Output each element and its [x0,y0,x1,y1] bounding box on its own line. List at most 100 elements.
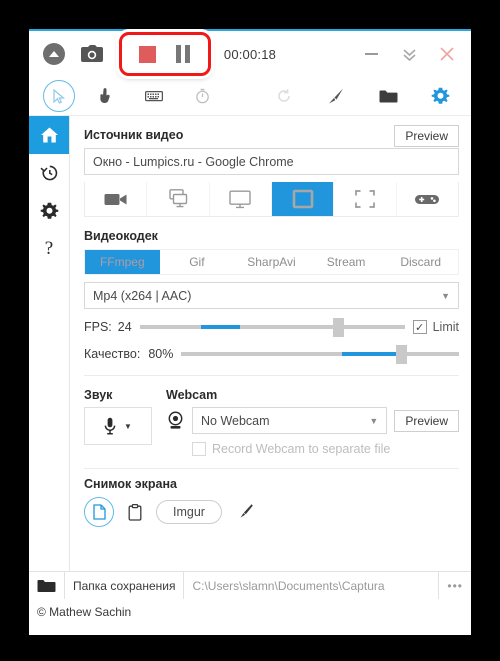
cursor-icon [52,88,66,104]
fps-slider-fill [200,325,241,329]
brush-button[interactable] [319,79,353,113]
audio-device-select[interactable]: ▼ [84,407,152,445]
sidebar: ? [29,116,70,571]
folder-button[interactable] [371,79,405,113]
minimize-button[interactable] [353,34,389,74]
divider-screenshot [84,468,459,469]
webcam-separate-file-checkbox[interactable] [192,442,206,456]
screenshot-button[interactable] [75,37,109,71]
elapsed-timer-button[interactable] [185,79,219,113]
sidebar-item-home[interactable] [29,116,69,154]
source-type-game[interactable] [397,182,458,216]
keystrokes-button[interactable] [137,79,171,113]
status-bar: Папка сохранения C:\Users\slamn\Document… [29,571,471,599]
history-clock-icon [39,164,59,182]
screen-icon [229,190,252,209]
source-type-window[interactable] [271,182,335,216]
codec-format-select[interactable]: Mp4 (x264 | AAC) ▼ [84,282,459,309]
webcam-select[interactable]: No Webcam ▼ [192,407,388,434]
video-source-header: Источник видео Preview [84,124,459,148]
screenshot-edit-button[interactable] [236,503,254,521]
main-body: ? Источник видео Preview Окно - Lumpics.… [29,116,471,571]
home-icon [40,126,59,144]
title-bar-left-controls [29,32,211,76]
codec-tabs: FFmpeg Gif SharpAvi Stream Discard [84,249,459,275]
cursor-toggle-button[interactable] [43,80,75,112]
fps-value: 24 [117,320,132,334]
fps-label: FPS: [84,320,112,334]
stop-square-icon [138,45,156,63]
chevron-up-circle-icon [43,43,65,65]
codec-tab-sharpavi[interactable]: SharpAvi [234,250,309,274]
status-folder-icon-cell [29,572,64,599]
footer: © Mathew Sachin [29,599,471,625]
quality-value: 80% [148,347,174,361]
window-icon [292,189,314,209]
minimize-icon [364,53,378,55]
region-crop-icon [354,189,376,209]
clipboard-icon [128,503,142,521]
camera-icon [81,45,103,63]
gamepad-icon [414,192,440,206]
pause-bars-icon [176,45,190,63]
codec-tab-stream[interactable]: Stream [309,250,384,274]
codec-tab-gif[interactable]: Gif [160,250,235,274]
overlay-toolbar [29,77,471,116]
question-mark-icon: ? [44,238,54,259]
screenshot-target-clipboard[interactable] [128,503,142,521]
screenshot-targets-row: Imgur [84,497,459,527]
source-type-region[interactable] [334,182,397,216]
fps-slider-thumb[interactable] [333,318,345,337]
timer-icon [195,88,210,104]
source-type-multi-screen[interactable] [147,182,210,216]
stop-button[interactable] [130,37,164,71]
webcam-separate-file-row: Record Webcam to separate file [166,442,459,456]
audio-block: Звук ▼ [84,384,152,456]
video-preview-button[interactable]: Preview [394,125,459,147]
quality-slider[interactable] [181,345,459,364]
fps-limit-checkbox[interactable]: ✓ [412,320,427,334]
quality-slider-thumb[interactable] [395,345,407,364]
webcam-row: No Webcam ▼ Preview [166,407,459,434]
double-chevron-down-icon [401,47,418,62]
webcam-title: Webcam [166,388,218,402]
multi-screen-icon [166,189,190,209]
webcam-value: No Webcam [201,413,270,428]
screenshot-imgur-button[interactable]: Imgur [156,500,222,524]
folder-icon [37,579,56,593]
video-codec-title: Видеокодек [84,229,158,243]
divider-audio [84,375,459,376]
video-source-select[interactable]: Окно - Lumpics.ru - Google Chrome [84,148,459,175]
sidebar-item-history[interactable] [29,154,69,192]
keyboard-icon [145,90,163,102]
fps-slider-rail [139,325,405,329]
source-type-screen[interactable] [210,182,272,216]
screenshot-target-file[interactable] [84,497,114,527]
folder-icon [379,89,398,104]
pencil-icon [236,503,254,521]
refresh-button[interactable] [267,79,301,113]
fps-slider[interactable] [139,318,405,337]
fps-limit-label: Limit [432,320,459,334]
source-type-video-camera[interactable] [85,182,148,216]
chevron-down-icon: ▼ [124,421,132,431]
save-folder-label: Папка сохранения [73,578,176,593]
close-button[interactable] [429,34,465,74]
settings-gear-button[interactable] [423,79,457,113]
save-folder-more-button[interactable]: ••• [439,572,471,599]
collapse-button[interactable] [391,34,427,74]
sidebar-item-help[interactable]: ? [29,230,69,268]
click-effect-button[interactable] [89,79,123,113]
webcam-preview-button[interactable]: Preview [394,409,459,432]
codec-tab-ffmpeg[interactable]: FFmpeg [85,250,160,274]
close-icon [439,46,455,62]
codec-format-value: Mp4 (x264 | AAC) [93,288,192,303]
audio-title: Звук [84,388,113,402]
refresh-icon [276,88,292,104]
pause-button[interactable] [166,37,200,71]
sidebar-item-settings[interactable] [29,192,69,230]
chevron-down-icon: ▼ [369,415,379,426]
chevron-up-circle-button[interactable] [37,37,71,71]
codec-tab-discard[interactable]: Discard [383,250,458,274]
save-folder-path[interactable]: C:\Users\slamn\Documents\Captura [184,572,438,599]
